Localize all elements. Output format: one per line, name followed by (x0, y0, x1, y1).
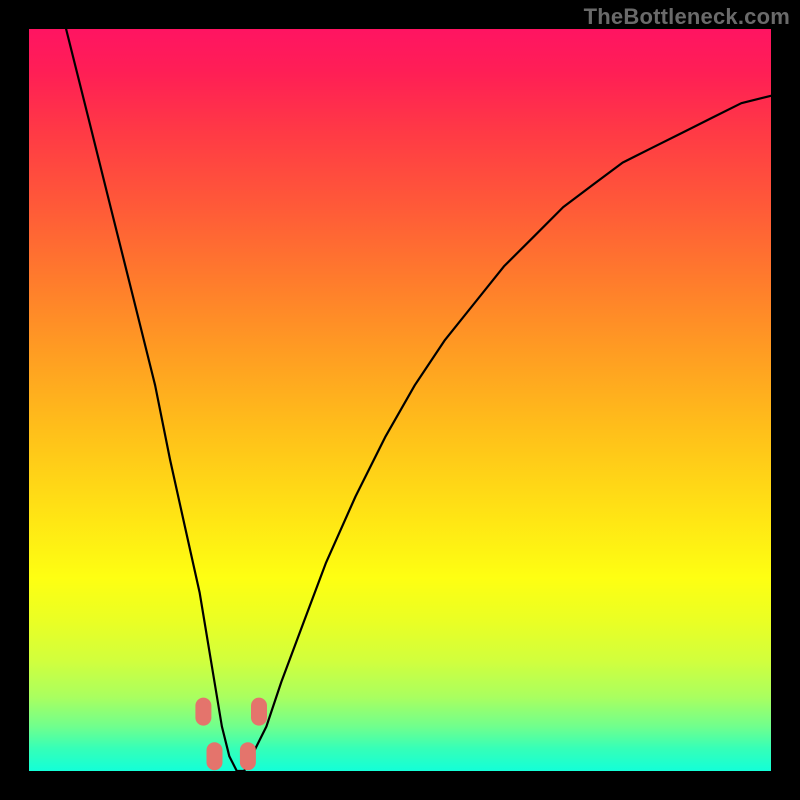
chart-svg (29, 29, 771, 771)
curve-marker (251, 698, 267, 726)
plot-area (29, 29, 771, 771)
curve-marker (240, 742, 256, 770)
curve-marker (195, 698, 211, 726)
bottleneck-curve (66, 29, 771, 771)
outer-frame: TheBottleneck.com (0, 0, 800, 800)
curve-marker (207, 742, 223, 770)
watermark-text: TheBottleneck.com (584, 4, 790, 30)
